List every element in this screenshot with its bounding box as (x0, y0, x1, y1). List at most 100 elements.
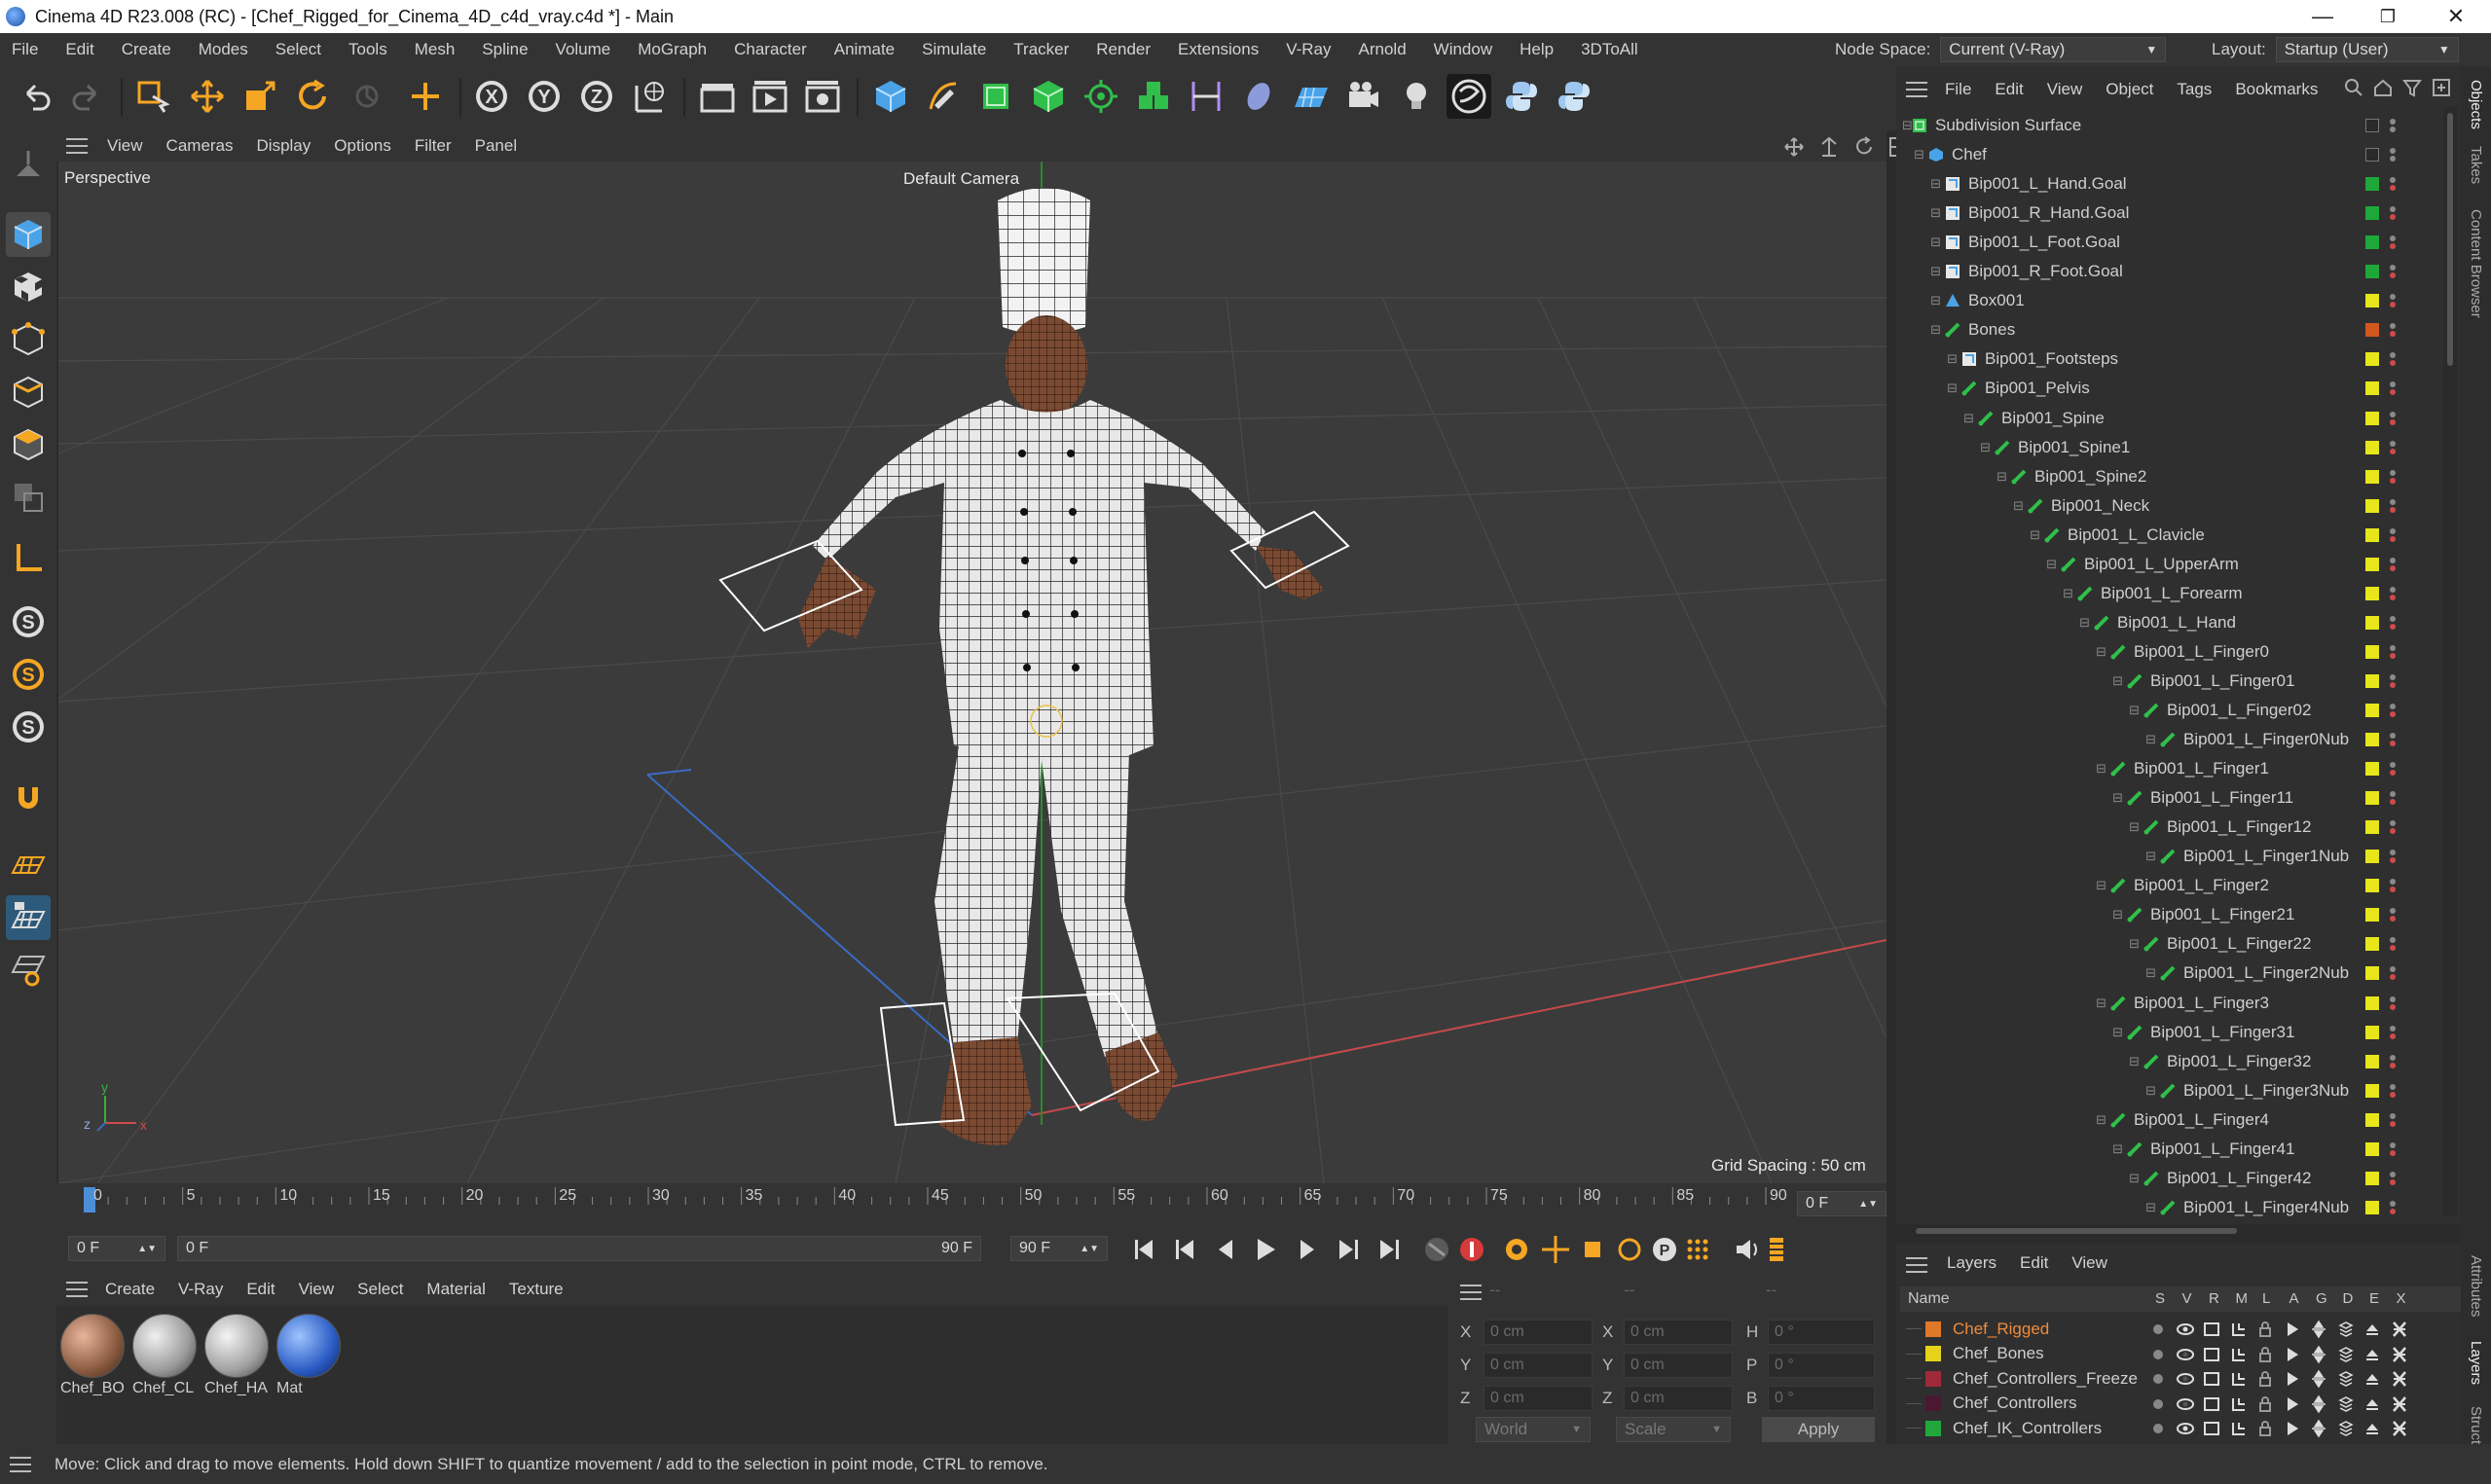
object-row[interactable]: ⊟ Bip001_R_Foot.Goal (1902, 257, 2428, 286)
layer-color-tag[interactable] (2365, 820, 2379, 835)
visibility-toggle[interactable] (2390, 468, 2396, 486)
object-row[interactable]: ⊟ Bip001_L_Clavicle (1902, 521, 2428, 550)
object-row[interactable]: ⊟ Bip001_L_Finger0 (1902, 637, 2428, 667)
extrude-button[interactable] (1026, 74, 1071, 119)
key-rotation-button[interactable] (1618, 1238, 1641, 1261)
layer-name[interactable]: Chef_Controllers_Freeze (1953, 1369, 2138, 1389)
tree-expander-icon[interactable]: ⊟ (1902, 264, 1945, 279)
tree-expander-icon[interactable]: ⊟ (1902, 176, 1945, 192)
tree-expander-icon[interactable]: ⊟ (1902, 1083, 2160, 1099)
menu-spline[interactable]: Spline (468, 40, 541, 59)
cube-object-button[interactable] (868, 74, 913, 119)
undo-button[interactable] (14, 74, 58, 119)
lock-icon[interactable] (2256, 1320, 2274, 1339)
world-coordinates-button[interactable] (627, 74, 672, 119)
menu-window[interactable]: Window (1420, 40, 1506, 59)
menu-animate[interactable]: Animate (821, 40, 908, 59)
object-row[interactable]: ⊟ Bones (1902, 315, 2428, 344)
layer-color-tag[interactable] (2365, 294, 2379, 308)
object-row[interactable]: ⊟ Bip001_L_Finger12 (1902, 813, 2428, 842)
menu-character[interactable]: Character (720, 40, 821, 59)
timeline-ruler[interactable]: 0 F ▲▼ 0 5 10 15 20 25 30 35 40 45 50 55 60 65 70 75 80 8… (56, 1183, 1887, 1224)
xref-icon[interactable] (2391, 1394, 2408, 1414)
object-row[interactable]: ⊟ Bip001_Spine1 (1902, 433, 2428, 462)
object-row[interactable]: ⊟ Bip001_L_Finger4 (1902, 1105, 2428, 1135)
object-row[interactable]: ⊟ Bip001_L_Finger21 (1902, 900, 2428, 929)
viewport-menu-options[interactable]: Options (322, 136, 403, 156)
layer-color-tag[interactable] (2365, 411, 2379, 425)
layer-color-tag[interactable] (2365, 206, 2379, 221)
menu-render[interactable]: Render (1082, 40, 1164, 59)
tree-expander-icon[interactable]: ⊟ (1902, 1200, 2160, 1215)
menu-volume[interactable]: Volume (542, 40, 625, 59)
layer-color-tag[interactable] (2365, 644, 2379, 659)
object-menu-file[interactable]: File (1933, 80, 1983, 99)
tweak-mode-button[interactable] (6, 775, 51, 819)
object-row[interactable]: ⊟ Box001 (1902, 286, 2428, 315)
layer-color-tag[interactable] (2365, 995, 2379, 1010)
tree-expander-icon[interactable]: ⊟ (1902, 1141, 2127, 1157)
eye-icon[interactable] (2176, 1419, 2194, 1438)
visibility-toggle[interactable] (2390, 585, 2396, 602)
workplane-snap-button[interactable]: S (6, 705, 51, 749)
menu-mograph[interactable]: MoGraph (624, 40, 720, 59)
object-row[interactable]: ⊟ Bip001_L_Finger2 (1902, 871, 2428, 900)
visibility-toggle[interactable] (2390, 234, 2396, 251)
visibility-toggle[interactable] (2390, 263, 2396, 280)
deformers-icon[interactable] (2337, 1419, 2355, 1438)
visibility-toggle[interactable] (2390, 789, 2396, 807)
menu-file[interactable]: File (0, 40, 52, 59)
animation-icon[interactable] (2284, 1320, 2301, 1339)
object-menu-edit[interactable]: Edit (1983, 80, 2034, 99)
visibility-toggle[interactable] (2390, 935, 2396, 953)
size-mode-dropdown[interactable]: Scale ▼ (1616, 1417, 1731, 1442)
object-row[interactable]: ⊟ Chef (1902, 140, 2428, 169)
object-row[interactable]: ⊟ Bip001_L_Foot.Goal (1902, 228, 2428, 257)
material-menu-v-ray[interactable]: V-Ray (166, 1280, 235, 1299)
visibility-toggle[interactable] (2390, 672, 2396, 690)
polygons-mode-button[interactable] (6, 422, 51, 467)
menu-select[interactable]: Select (262, 40, 335, 59)
menu-edit[interactable]: Edit (52, 40, 107, 59)
hamburger-icon[interactable] (66, 138, 88, 154)
generators-icon[interactable] (2310, 1369, 2327, 1389)
visibility-toggle[interactable] (2390, 556, 2396, 573)
rotate-tool-button[interactable] (290, 74, 335, 119)
visibility-toggle[interactable] (2390, 117, 2396, 134)
tree-expander-icon[interactable]: ⊟ (1902, 1054, 2143, 1069)
coordinate-space-dropdown[interactable]: World ▼ (1476, 1417, 1591, 1442)
go-to-end-button[interactable] (1380, 1240, 1399, 1259)
layer-menu-edit[interactable]: Edit (2008, 1253, 2060, 1273)
layer-color-tag[interactable] (2365, 557, 2379, 571)
tree-expander-icon[interactable]: ⊟ (1902, 673, 2127, 689)
python-console-button[interactable] (1552, 74, 1596, 119)
render-icon[interactable] (2203, 1369, 2220, 1389)
visibility-toggle[interactable] (2390, 292, 2396, 309)
start-frame-field[interactable]: 0 F ▲▼ (68, 1236, 165, 1261)
xref-icon[interactable] (2391, 1320, 2408, 1339)
move-tool-button[interactable] (185, 74, 230, 119)
solo-icon[interactable] (2149, 1345, 2167, 1364)
object-row[interactable]: ⊟ Bip001_L_Finger2Nub (1902, 959, 2428, 988)
solo-icon[interactable] (2149, 1394, 2167, 1414)
object-row[interactable]: ⊟ Bip001_L_Finger42 (1902, 1164, 2428, 1193)
menu-modes[interactable]: Modes (185, 40, 262, 59)
python-script-button[interactable] (1499, 74, 1544, 119)
frame-range-slider[interactable]: 0 F 90 F (177, 1236, 981, 1261)
object-menu-tags[interactable]: Tags (2165, 80, 2223, 99)
key-point-level-button[interactable] (1687, 1239, 1708, 1260)
live-selection-button[interactable] (130, 74, 175, 119)
next-key-button[interactable] (1339, 1240, 1358, 1259)
layer-color-tag[interactable] (2365, 850, 2379, 864)
object-row[interactable]: ⊟ Bip001_L_Finger31 (1902, 1018, 2428, 1047)
rotation-field[interactable]: 0 ° (1768, 1353, 1875, 1378)
layer-color-tag[interactable] (2365, 1200, 2379, 1214)
visibility-toggle[interactable] (2390, 146, 2396, 163)
render-icon[interactable] (2203, 1419, 2220, 1438)
key-parameter-button[interactable]: P (1653, 1238, 1676, 1261)
key-position-button[interactable] (1542, 1236, 1569, 1263)
material-menu-texture[interactable]: Texture (497, 1280, 575, 1299)
menu-3dtoall[interactable]: 3DToAll (1567, 40, 1652, 59)
light-object-button[interactable] (1394, 74, 1439, 119)
layer-color-tag[interactable] (2365, 704, 2379, 717)
